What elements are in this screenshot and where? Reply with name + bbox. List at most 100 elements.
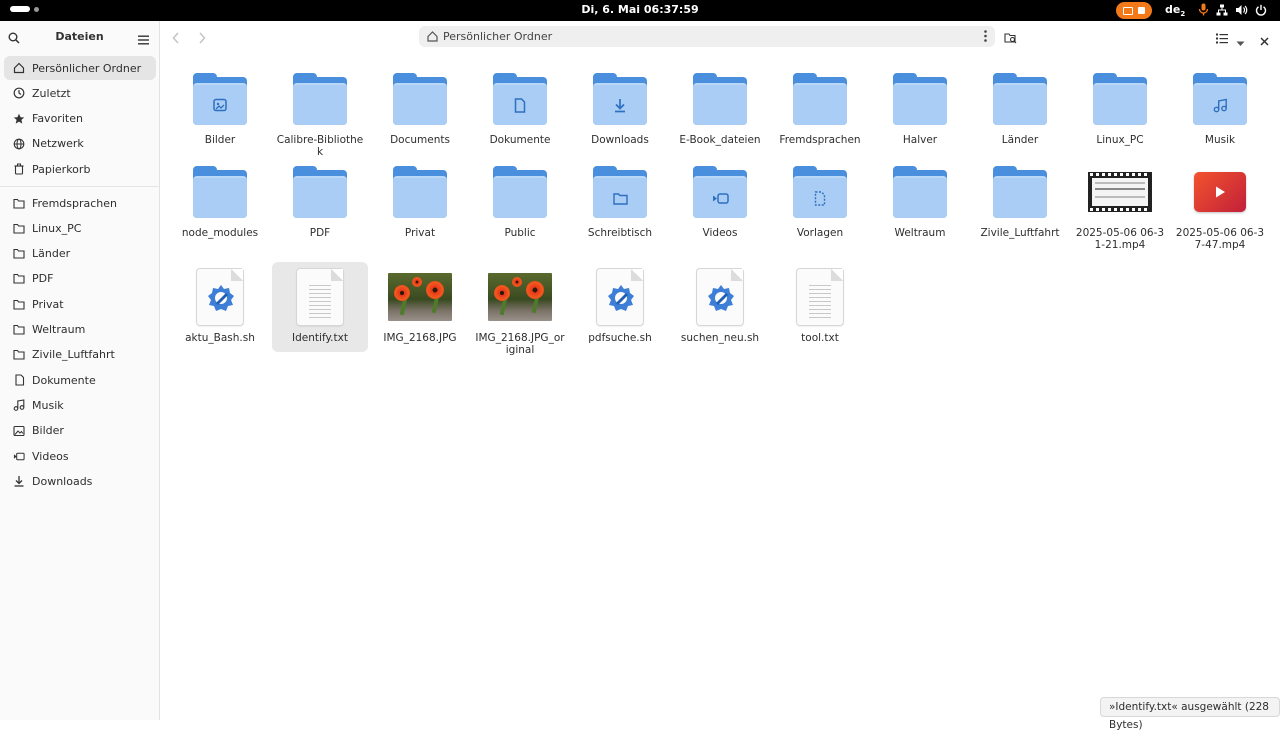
home-icon — [13, 62, 25, 74]
item-thumbnail — [572, 64, 668, 134]
image-icon — [13, 425, 25, 437]
file-item[interactable]: aktu_Bash.sh — [172, 262, 268, 352]
keyboard-layout-indicator[interactable]: de2 — [1165, 3, 1185, 18]
forward-button[interactable] — [198, 29, 206, 48]
close-window-button[interactable] — [1260, 31, 1269, 50]
folder-item[interactable]: Länder — [972, 64, 1068, 154]
file-item[interactable]: Identify.txt — [272, 262, 368, 352]
sidebar-item-persönlicher-ordner[interactable]: Persönlicher Ordner — [4, 56, 156, 80]
folder-item[interactable]: Schreibtisch — [572, 157, 668, 247]
folder-item[interactable]: Bilder — [172, 64, 268, 154]
main-menu-button[interactable] — [138, 30, 149, 49]
folder-icon — [13, 298, 25, 310]
file-grid[interactable]: Bilder Calibre-Bibliothek Documents Dokumen… — [160, 51, 1280, 720]
file-item[interactable]: IMG_2168.JPG — [372, 262, 468, 352]
keyboard-layout-variant: 2 — [1180, 10, 1186, 19]
item-thumbnail — [772, 262, 868, 332]
sidebar-item-musik[interactable]: Musik — [4, 393, 156, 417]
file-item[interactable]: suchen_neu.sh — [672, 262, 768, 352]
kebab-menu-icon — [984, 30, 987, 42]
star-icon — [13, 113, 25, 124]
folder-item[interactable]: Privat — [372, 157, 468, 247]
sidebar-item-länder[interactable]: Länder — [4, 242, 156, 266]
folder-item[interactable]: E-Book_dateien — [672, 64, 768, 154]
sidebar-item-papierkorb[interactable]: Papierkorb — [4, 157, 156, 181]
sidebar-item-privat[interactable]: Privat — [4, 292, 156, 316]
file-item[interactable]: tool.txt — [772, 262, 868, 352]
back-button[interactable] — [172, 29, 180, 48]
item-thumbnail — [172, 262, 268, 332]
path-menu-button[interactable] — [984, 30, 987, 45]
item-label: PDF — [309, 227, 331, 239]
item-label: Fremdsprachen — [779, 134, 861, 146]
sidebar-item-fremdsprachen[interactable]: Fremdsprachen — [4, 191, 156, 215]
trash-icon — [13, 163, 25, 175]
gear-icon — [208, 285, 234, 311]
sidebar-item-linux-pc[interactable]: Linux_PC — [4, 216, 156, 240]
item-thumbnail — [1072, 157, 1168, 227]
item-thumbnail — [572, 157, 668, 227]
photo-thumbnail — [488, 273, 552, 321]
sidebar-item-label: Favoriten — [32, 112, 83, 126]
item-thumbnail — [472, 157, 568, 227]
folder-icon — [993, 73, 1047, 125]
trash-icon — [14, 163, 24, 175]
folder-item[interactable]: Fremdsprachen — [772, 64, 868, 154]
folder-item[interactable]: Public — [472, 157, 568, 247]
sidebar-item-dokumente[interactable]: Dokumente — [4, 368, 156, 392]
item-label: Länder — [1001, 134, 1039, 146]
folder-icon — [13, 222, 25, 234]
selection-status: »Identify.txt« ausgewählt (228 Bytes) — [1100, 697, 1280, 731]
screencast-icon — [1123, 6, 1133, 15]
folder-item[interactable]: Weltraum — [872, 157, 968, 247]
sidebar-item-label: Videos — [32, 449, 69, 463]
folder-item[interactable]: Documents — [372, 64, 468, 154]
script-file-icon — [197, 269, 243, 325]
item-label: Vorlagen — [796, 227, 844, 239]
folder-item[interactable]: Dokumente — [472, 64, 568, 154]
search-location-button[interactable] — [1004, 29, 1017, 48]
sidebar-item-zivile-luftfahrt[interactable]: Zivile_Luftfahrt — [4, 343, 156, 367]
folder-item[interactable]: Videos — [672, 157, 768, 247]
sidebar-item-videos[interactable]: Videos — [4, 444, 156, 468]
folder-item[interactable]: node_modules — [172, 157, 268, 247]
item-thumbnail — [772, 64, 868, 134]
view-options-button[interactable] — [1236, 32, 1245, 51]
document-emblem-icon — [514, 97, 526, 113]
item-thumbnail — [172, 64, 268, 134]
sidebar-item-zuletzt[interactable]: Zuletzt — [4, 81, 156, 105]
sidebar-item-netzwerk[interactable]: Netzwerk — [4, 132, 156, 156]
sidebar-item-pdf[interactable]: PDF — [4, 267, 156, 291]
folder-item[interactable]: Calibre-Bibliothek — [272, 64, 368, 166]
folder-icon — [393, 73, 447, 125]
folder-item[interactable]: Linux_PC — [1072, 64, 1168, 154]
screen-recording-indicator[interactable] — [1116, 2, 1152, 19]
folder-icon — [593, 166, 647, 218]
item-label: 2025-05-06 06-37-47.mp4 — [1175, 227, 1265, 251]
recent-icon — [13, 87, 25, 99]
folder-item[interactable]: Zivile_Luftfahrt — [972, 157, 1068, 247]
sidebar-item-bilder[interactable]: Bilder — [4, 419, 156, 443]
folder-item[interactable]: PDF — [272, 157, 368, 247]
folder-item[interactable]: Downloads — [572, 64, 668, 154]
folder-item[interactable]: Halver — [872, 64, 968, 154]
sidebar-item-weltraum[interactable]: Weltraum — [4, 318, 156, 342]
path-bar-label: Persönlicher Ordner — [443, 30, 553, 43]
folder-icon — [993, 166, 1047, 218]
file-item[interactable]: 2025-05-06 06-37-47.mp4 — [1172, 157, 1268, 259]
view-list-button[interactable] — [1216, 29, 1228, 48]
folder-icon — [13, 197, 25, 209]
file-item[interactable]: pdfsuche.sh — [572, 262, 668, 352]
sidebar-item-favoriten[interactable]: Favoriten — [4, 107, 156, 131]
folder-item[interactable]: Musik — [1172, 64, 1268, 154]
sidebar-item-downloads[interactable]: Downloads — [4, 469, 156, 493]
sidebar-item-label: Privat — [32, 297, 64, 311]
file-item[interactable]: IMG_2168.JPG_original — [472, 262, 568, 364]
file-item[interactable]: 2025-05-06 06-31-21.mp4 — [1072, 157, 1168, 259]
microphone-icon — [1198, 3, 1209, 16]
clock[interactable]: Di, 6. Mai 06:37:59 — [0, 3, 1280, 16]
folder-icon — [193, 73, 247, 125]
path-bar[interactable]: Persönlicher Ordner — [419, 26, 995, 47]
system-tray[interactable] — [1198, 3, 1267, 16]
folder-item[interactable]: Vorlagen — [772, 157, 868, 247]
